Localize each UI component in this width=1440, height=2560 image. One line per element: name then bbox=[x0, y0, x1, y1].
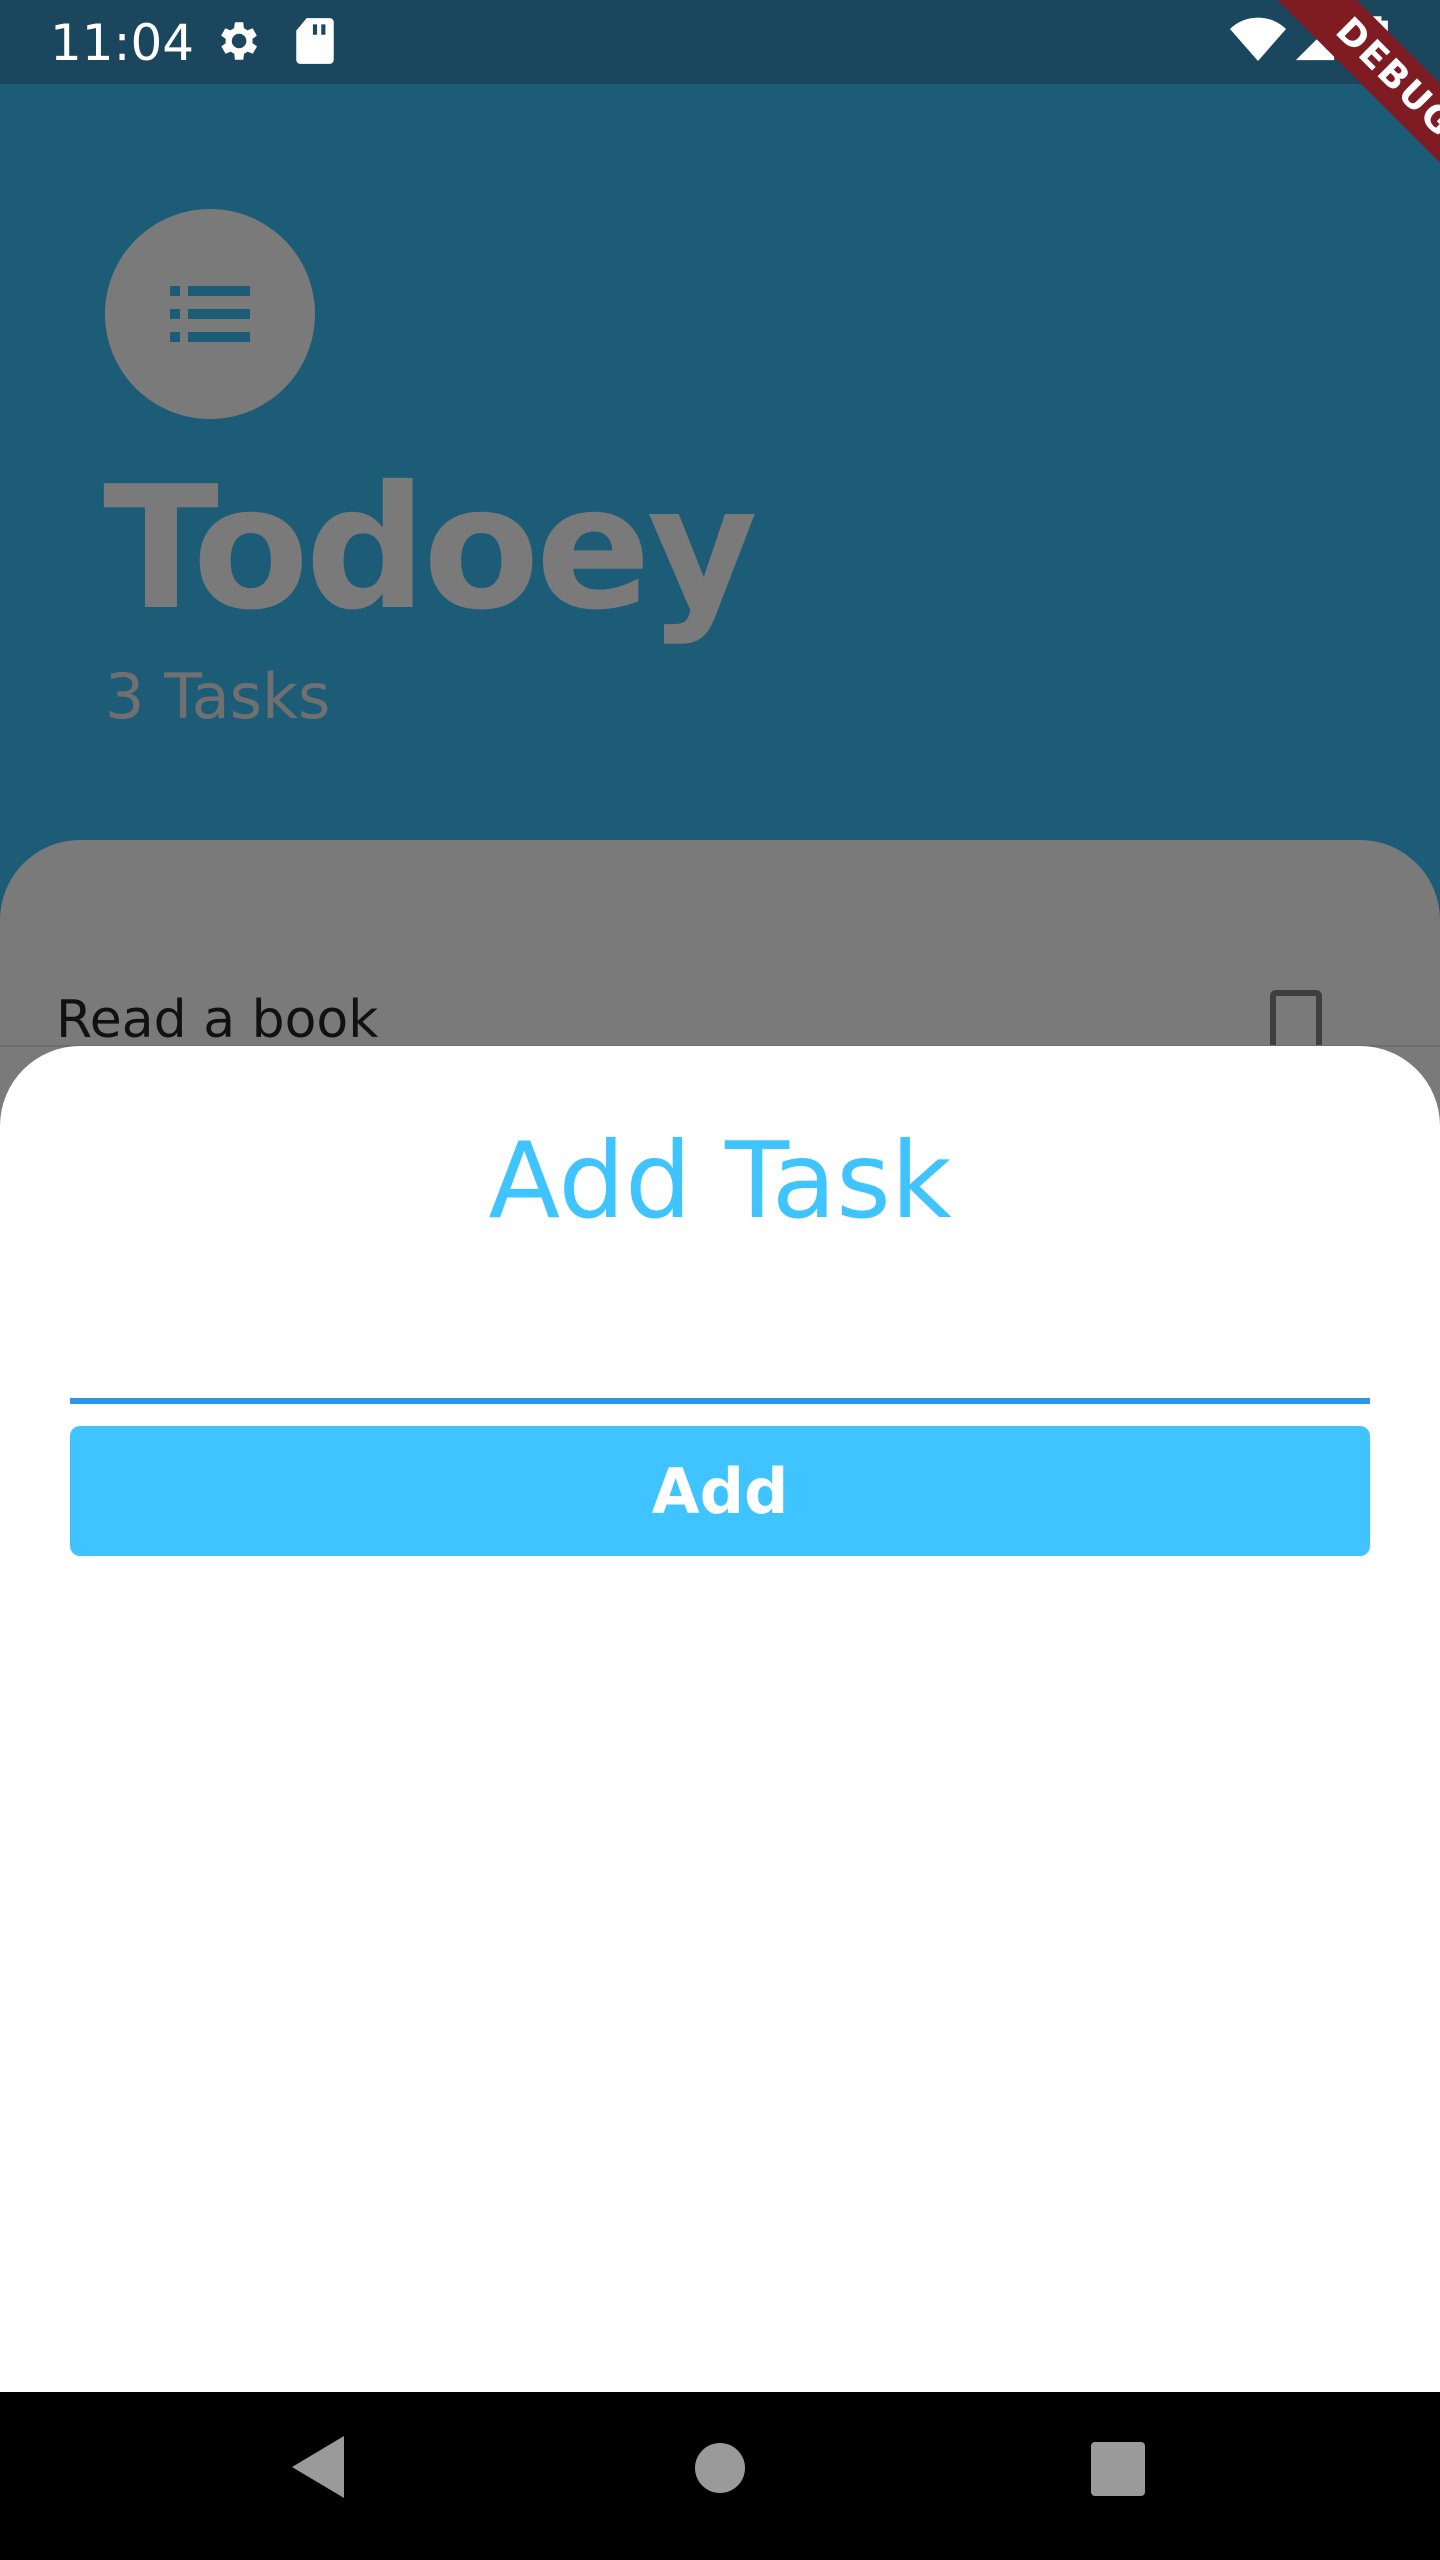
task-input[interactable] bbox=[70, 1300, 1370, 1404]
back-icon[interactable] bbox=[288, 2432, 348, 2507]
task-count: 3 Tasks bbox=[105, 660, 331, 733]
nav-bar bbox=[0, 2392, 1440, 2560]
add-task-sheet bbox=[0, 1046, 1440, 2392]
status-bar: 11:04 bbox=[0, 0, 1440, 84]
gear-icon bbox=[212, 16, 262, 71]
task-title: Read a book bbox=[56, 990, 379, 1050]
recents-icon[interactable] bbox=[1091, 2442, 1145, 2501]
add-button[interactable]: Add bbox=[70, 1426, 1370, 1556]
wifi-icon bbox=[1230, 16, 1286, 71]
home-icon[interactable] bbox=[694, 2442, 746, 2499]
list-icon bbox=[170, 286, 250, 342]
sd-card-icon bbox=[294, 16, 336, 71]
status-time: 11:04 bbox=[50, 14, 195, 72]
app-title: Todoey bbox=[103, 450, 758, 648]
sheet-title: Add Task bbox=[488, 1120, 952, 1242]
app-icon-badge bbox=[105, 209, 315, 419]
